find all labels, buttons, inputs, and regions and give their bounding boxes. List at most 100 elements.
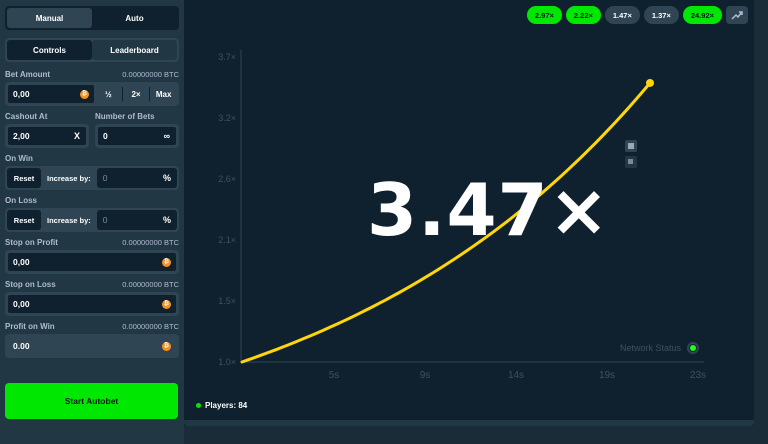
game-area: 1.0× 1.5× 2.1× 2.6× 3.2× 3.7× 5s 9s 14s 19s 23s 2… <box>184 0 768 444</box>
y-tick-label: 1.0× <box>218 357 236 367</box>
on-win-row: Reset Increase by: 0 % <box>5 166 179 190</box>
stop-loss-field: 0,00 ₿ <box>5 292 179 316</box>
crash-game-app: Manual Auto Controls Leaderboard Bet Amo… <box>0 0 768 444</box>
history-pill[interactable]: 1.37× <box>643 6 679 24</box>
on-loss-label: On Loss <box>5 196 38 205</box>
history-bar: 2.97× 2.22× 1.47× 1.37× 24.92× <box>526 6 748 24</box>
profit-win-display: 0.00 ₿ <box>7 336 177 356</box>
mode-toggle: Manual Auto <box>5 6 179 30</box>
num-bets-group: Number of Bets 0 ∞ <box>95 108 179 148</box>
stop-profit-label: Stop on Profit <box>5 238 58 247</box>
num-bets-label: Number of Bets <box>95 112 155 121</box>
stop-profit-field: 0,00 ₿ <box>5 250 179 274</box>
on-win-label-row: On Win <box>5 154 179 163</box>
y-tick-label: 2.6× <box>218 174 236 184</box>
x-tick-label: 9s <box>420 370 431 381</box>
players-label: Players: 84 <box>205 401 248 410</box>
num-bets-field: 0 ∞ <box>95 124 179 148</box>
tab-leaderboard[interactable]: Leaderboard <box>92 40 177 60</box>
btc-coin-icon: ₿ <box>162 341 171 351</box>
cashout-label: Cashout At <box>5 112 48 121</box>
start-autobet-button[interactable]: Start Autobet <box>5 383 178 419</box>
stop-profit-label-row: Stop on Profit 0.00000000 BTC <box>5 238 179 247</box>
cashout-label-row: Cashout At <box>5 112 89 121</box>
view-toggle: Controls Leaderboard <box>5 38 179 62</box>
btc-coin-icon: ₿ <box>162 299 171 309</box>
num-bets-input[interactable]: 0 ∞ <box>97 126 177 146</box>
bet-amount-row: 0,00 ₿ ½ 2× Max <box>5 82 179 106</box>
num-bets-value: 0 <box>103 131 108 141</box>
stop-profit-btc: 0.00000000 BTC <box>122 238 179 247</box>
stop-loss-label: Stop on Loss <box>5 280 56 289</box>
history-pill[interactable]: 24.92× <box>682 6 722 24</box>
stop-loss-input[interactable]: 0,00 ₿ <box>7 294 177 314</box>
right-edge-bar <box>754 0 768 444</box>
on-loss-label-row: On Loss <box>5 196 179 205</box>
history-pill[interactable]: 2.97× <box>526 6 562 24</box>
percent-icon: % <box>162 173 171 183</box>
curve-end-point <box>646 78 654 87</box>
y-tick-label: 3.2× <box>218 113 236 123</box>
x-axis: 5s 9s 14s 19s 23s <box>329 370 706 381</box>
profit-win-field: 0.00 ₿ <box>5 334 179 358</box>
bet-amount-btc: 0.00000000 BTC <box>122 70 179 79</box>
y-tick-label: 3.7× <box>218 52 236 62</box>
cashout-group: Cashout At 2,00 X <box>5 108 89 148</box>
cashout-value: 2,00 <box>13 131 30 141</box>
on-loss-value: 0 <box>102 215 108 225</box>
cashout-field: 2,00 X <box>5 124 89 148</box>
max-button[interactable]: Max <box>150 84 177 104</box>
bet-sidebar: Manual Auto Controls Leaderboard Bet Amo… <box>0 0 184 444</box>
y-axis: 1.0× 1.5× 2.1× 2.6× 3.2× 3.7× <box>218 52 236 367</box>
x-tick-label: 23s <box>690 370 706 381</box>
profit-win-btc: 0.00000000 BTC <box>122 322 179 331</box>
trend-icon <box>731 11 743 20</box>
stop-profit-input[interactable]: 0,00 ₿ <box>7 252 177 272</box>
half-button[interactable]: ½ <box>95 84 122 104</box>
online-dot-icon <box>196 403 201 408</box>
profit-win-value: 0.00 <box>13 341 30 351</box>
on-win-input[interactable]: 0 % <box>96 168 177 188</box>
x-tick-label: 14s <box>508 370 524 381</box>
trend-chart-button[interactable] <box>726 6 748 24</box>
network-status: Network Status <box>620 342 700 354</box>
history-pill[interactable]: 2.22× <box>565 6 601 24</box>
on-win-value: 0 <box>102 173 108 183</box>
bet-amount-value: 0,00 <box>13 89 30 99</box>
y-tick-label: 2.1× <box>218 235 236 245</box>
stop-loss-btc: 0.00000000 BTC <box>122 280 179 289</box>
y-tick-label: 1.5× <box>218 296 236 306</box>
on-win-label: On Win <box>5 154 33 163</box>
infinity-icon: ∞ <box>163 131 170 141</box>
x-tick-label: 5s <box>329 370 340 381</box>
network-status-label: Network Status <box>620 343 682 353</box>
bet-amount-label: Bet Amount <box>5 70 51 79</box>
on-win-reset-button[interactable]: Reset <box>7 168 41 188</box>
stop-loss-label-row: Stop on Loss 0.00000000 BTC <box>5 280 179 289</box>
percent-icon: % <box>162 215 171 225</box>
multiplier-x-icon: X <box>73 131 80 141</box>
tab-controls[interactable]: Controls <box>7 40 92 60</box>
x-tick-label: 19s <box>599 370 615 381</box>
on-loss-input[interactable]: 0 % <box>96 210 177 230</box>
on-win-increase-button[interactable]: Increase by: <box>44 168 94 188</box>
current-multiplier: 3.47× <box>367 168 610 252</box>
tab-manual[interactable]: Manual <box>7 8 92 28</box>
tab-auto[interactable]: Auto <box>92 8 177 28</box>
cashout-input[interactable]: 2,00 X <box>7 126 87 146</box>
history-pill[interactable]: 1.47× <box>604 6 640 24</box>
num-bets-label-row: Number of Bets <box>95 112 179 121</box>
btc-coin-icon: ₿ <box>80 89 89 99</box>
network-status-icon <box>687 342 700 354</box>
on-loss-reset-button[interactable]: Reset <box>7 210 41 230</box>
cashout-bets-row: Cashout At 2,00 X Number of Bets 0 ∞ <box>5 108 179 148</box>
bottom-strip <box>184 426 768 444</box>
profit-win-label-row: Profit on Win 0.00000000 BTC <box>5 322 179 331</box>
bet-amount-input[interactable]: 0,00 ₿ <box>7 84 95 104</box>
profit-win-label: Profit on Win <box>5 322 55 331</box>
on-loss-increase-button[interactable]: Increase by: <box>44 210 94 230</box>
double-button[interactable]: 2× <box>123 84 150 104</box>
players-count: Players: 84 <box>196 401 247 410</box>
on-loss-row: Reset Increase by: 0 % <box>5 208 179 232</box>
stop-profit-value: 0,00 <box>13 257 30 267</box>
